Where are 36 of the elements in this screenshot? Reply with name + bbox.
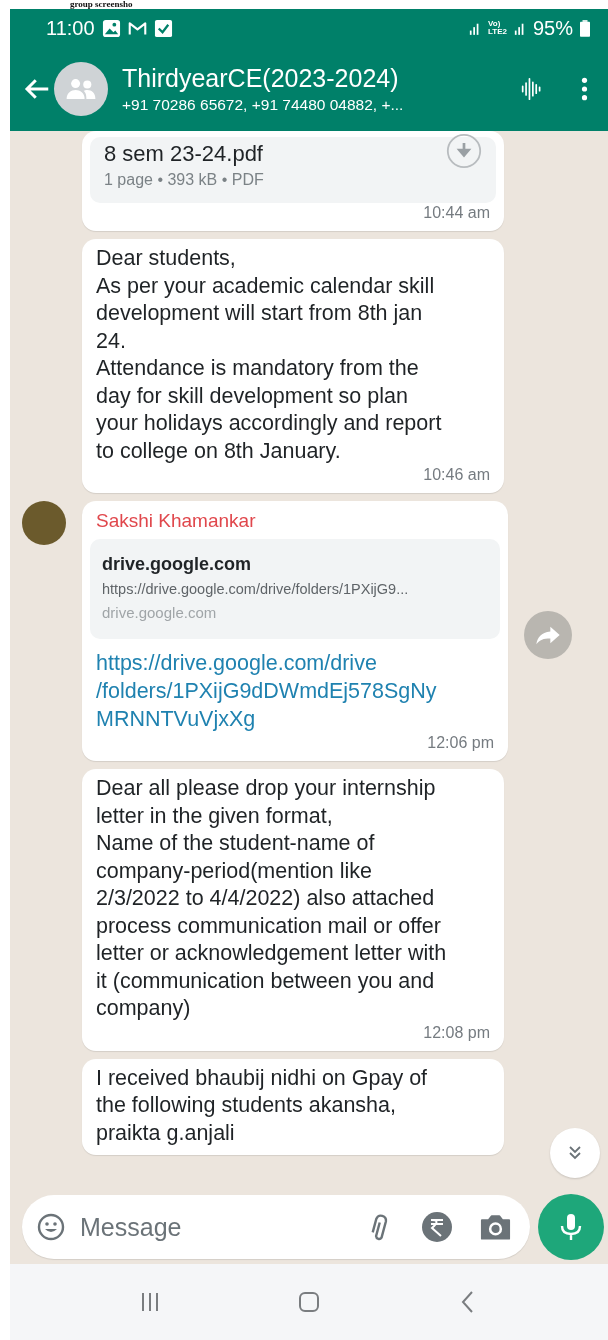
message-link[interactable]: https://drive.google.com/drive /folders/1PXijG9dDWmdEj578SgNy MRNNTVuVjxXg: [96, 649, 494, 733]
voice-chat-icon[interactable]: [521, 75, 543, 103]
group-avatar[interactable]: [54, 62, 108, 116]
message-time: 10:46 am: [423, 465, 490, 485]
sender-name[interactable]: Sakshi Khamankar: [96, 507, 494, 535]
scroll-down-button[interactable]: [550, 1128, 600, 1178]
link-preview[interactable]: drive.google.com https://drive.google.com/drive/folders/1PXijG9... drive.google.com: [90, 539, 500, 639]
checkbox-notification-icon: [153, 18, 173, 38]
menu-icon[interactable]: [581, 76, 588, 102]
file-details: 1 page • 393 kB • PDF: [104, 170, 265, 190]
rupee-payment-icon[interactable]: [421, 1211, 453, 1243]
message-text: Dear students, As per your academic calendar skill development will start from 8th jan 24. Attendance is mandatory from the day for skill development so plan your holidays accordingly and report to college on 8th January.: [96, 245, 443, 465]
chat-title[interactable]: ThirdyearCE(2023-2024): [122, 62, 521, 94]
battery-percent: 95%: [532, 16, 573, 40]
message-input[interactable]: Message: [78, 1211, 351, 1243]
download-icon[interactable]: [446, 133, 482, 169]
status-time: 11:00: [46, 16, 95, 40]
file-name[interactable]: 8 sem 23-24.pdf: [104, 139, 446, 169]
emoji-icon[interactable]: [36, 1212, 66, 1242]
message-time: 12:06 pm: [427, 733, 494, 753]
image-notification-icon: [101, 18, 121, 38]
message-time: 12:08 pm: [423, 1022, 490, 1043]
profile-photo-placeholder[interactable]: [22, 501, 66, 545]
preview-title: drive.google.com: [102, 553, 253, 576]
microphone-icon: [559, 1212, 583, 1242]
message-time: 10:44 am: [423, 203, 490, 223]
camera-icon[interactable]: [479, 1212, 512, 1242]
message-text: Dear all please drop your internship letter in the given format, Name of the student-name of company-period(mention like 2/3/2022 to 4/4/2022) also attached process communication mail or offer letter or acknowledgement letter with it (communication between you and company): [96, 775, 448, 1022]
battery-icon: [580, 19, 590, 37]
message-field[interactable]: Message: [22, 1195, 530, 1259]
document-caption: group screensho: [69, 0, 134, 9]
preview-url: https://drive.google.com/drive/folders/1PXijG9...: [102, 580, 410, 599]
chat-members[interactable]: +91 70286 65672, +91 74480 04882, +...: [122, 93, 521, 116]
preview-domain: drive.google.com: [102, 603, 218, 623]
message-text: I received bhaubij nidhi on Gpay of the following students akansha, praikta g.anjali: [96, 1064, 429, 1147]
network-type-label: Vo) LTE2: [488, 20, 507, 36]
